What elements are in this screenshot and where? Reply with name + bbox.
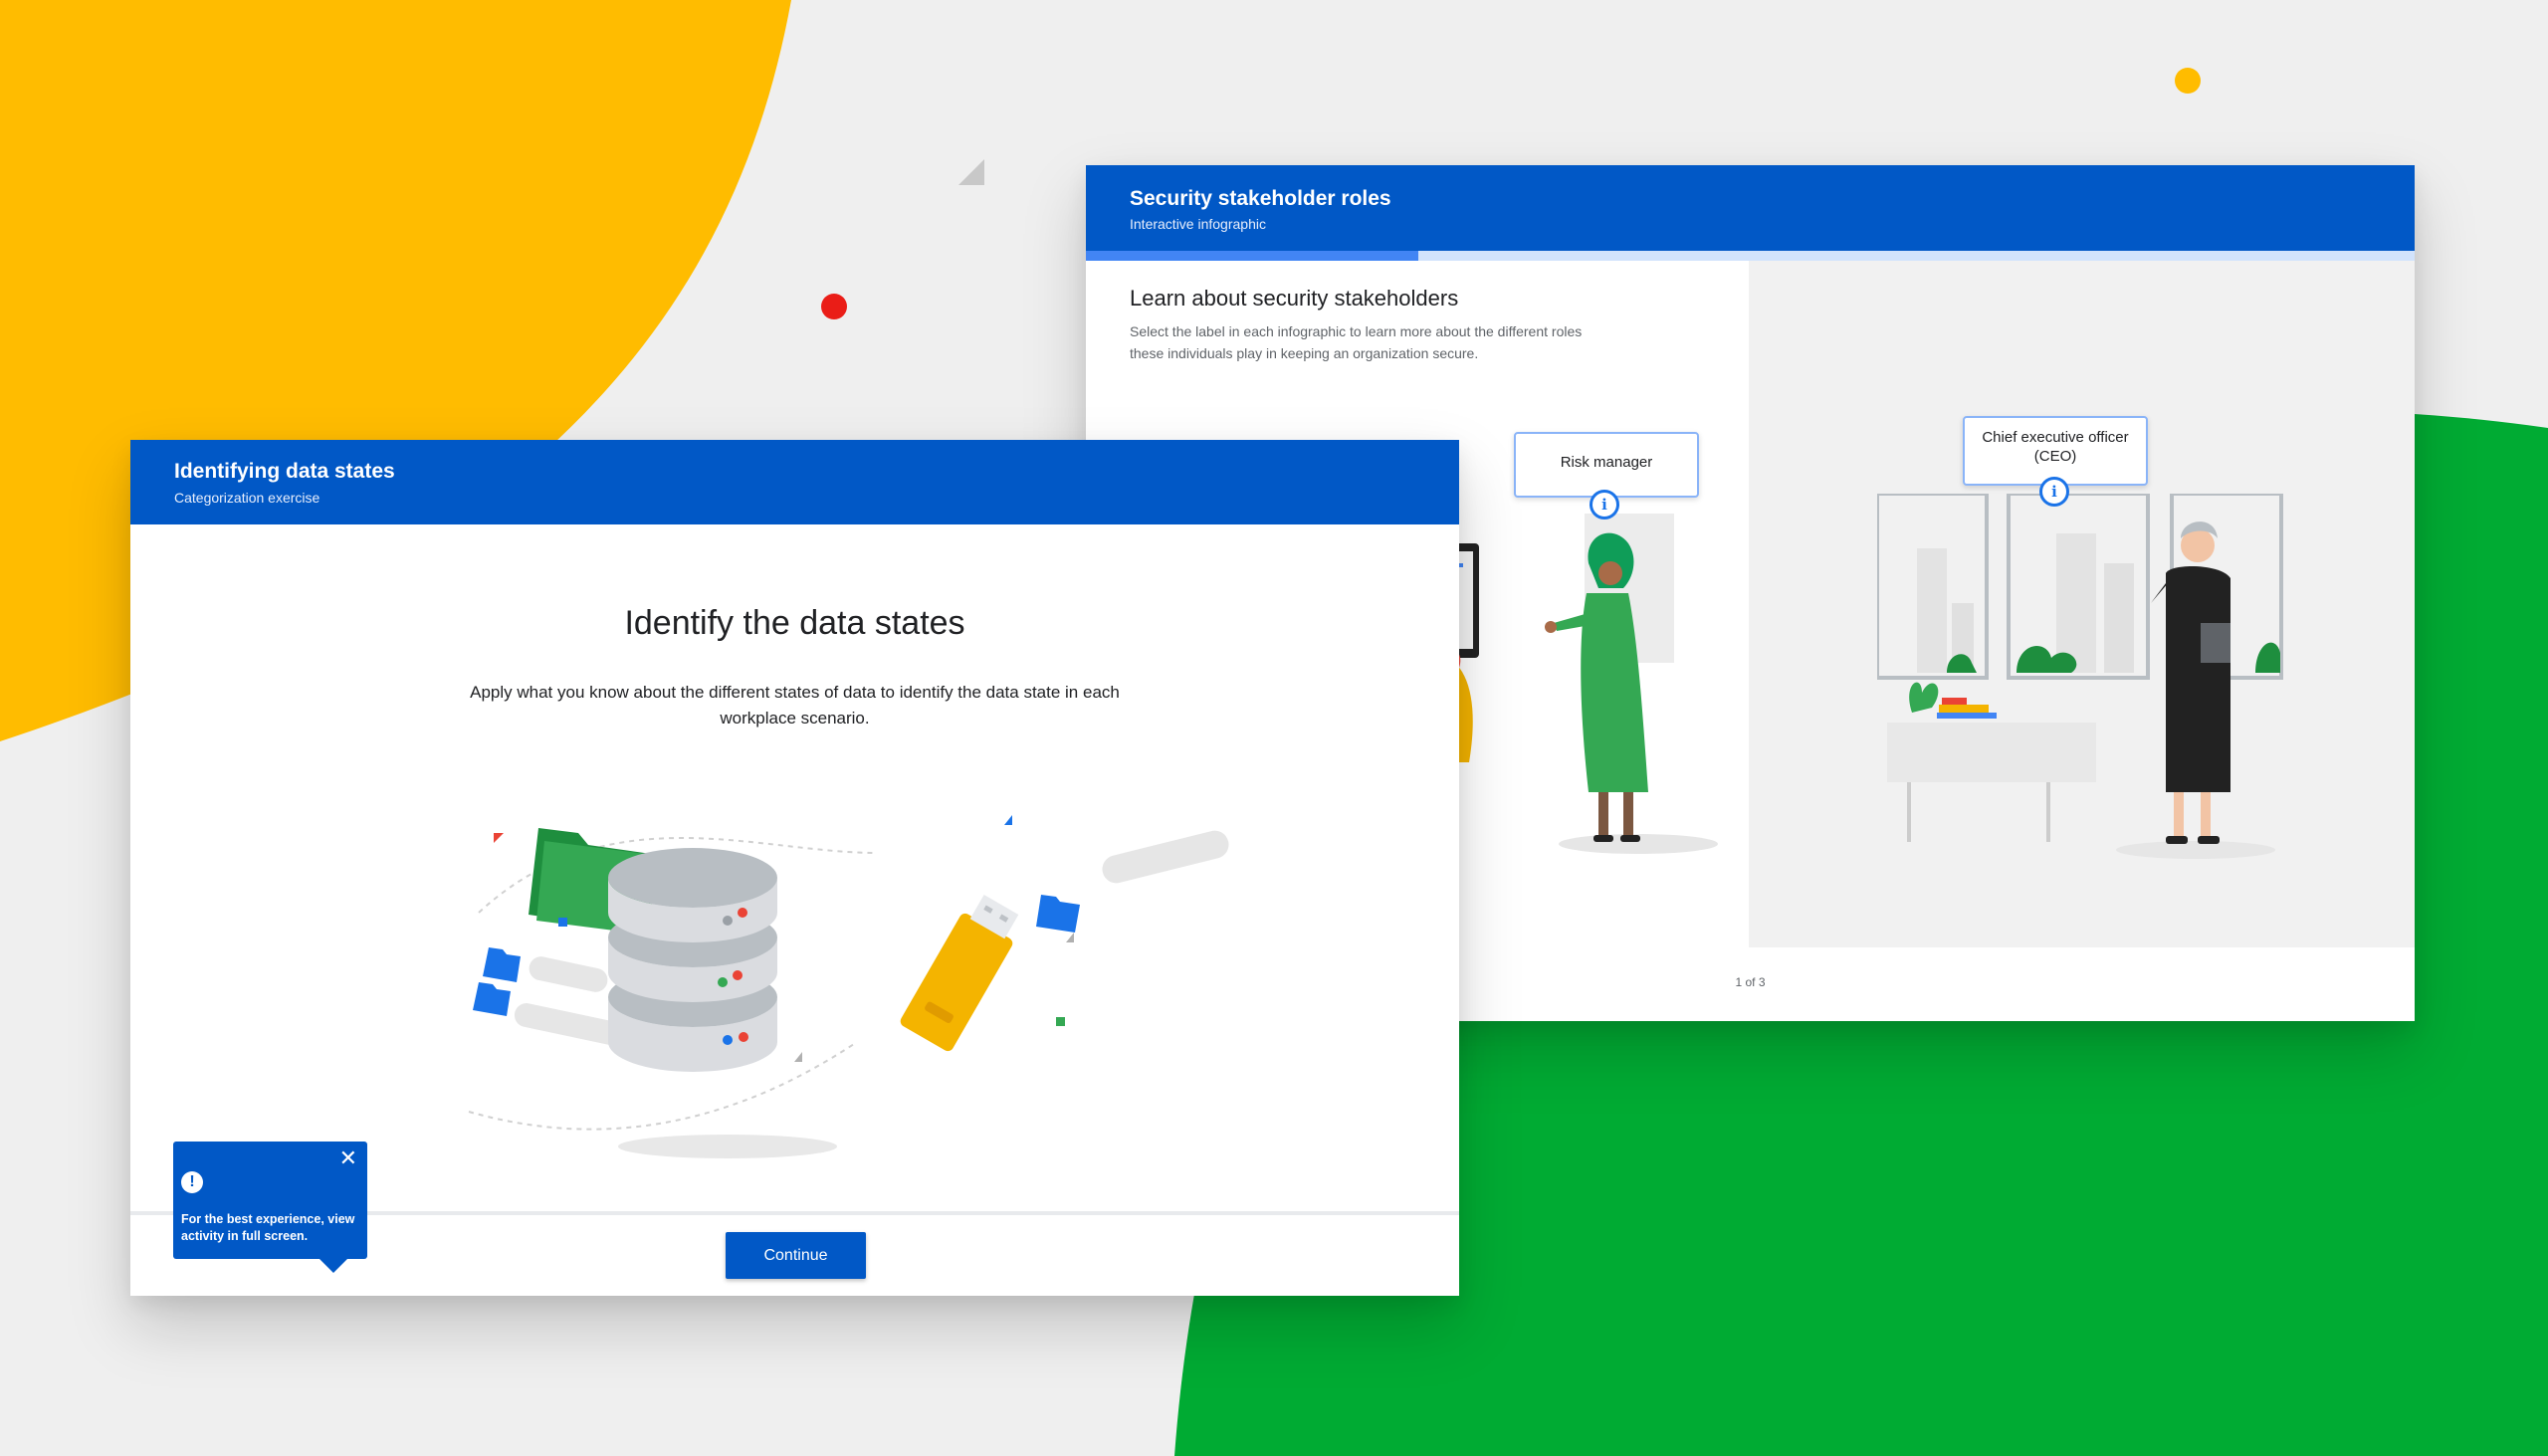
info-icon[interactable]: i — [1590, 490, 1619, 520]
callout-label: Risk manager — [1560, 454, 1653, 471]
card-header: Identifying data states Categorization e… — [130, 440, 1459, 524]
section-heading: Learn about security stakeholders — [1130, 286, 1459, 311]
alert-icon: ! — [181, 1171, 203, 1193]
tooltip-pointer — [319, 1259, 347, 1273]
card-title: Security stakeholder roles — [1130, 187, 1391, 210]
continue-button[interactable]: Continue — [726, 1232, 866, 1279]
ceo-illustration — [1877, 494, 2283, 859]
yellow-dot — [2175, 68, 2201, 94]
section-description: Select the label in each infographic to … — [1130, 323, 1583, 361]
data-states-card: Identifying data states Categorization e… — [130, 440, 1459, 1296]
progress-bar — [1086, 251, 2415, 261]
info-icon[interactable]: i — [2039, 477, 2069, 507]
grey-triangle — [958, 159, 984, 185]
fullscreen-tooltip: ✕ ! For the best experience, view activi… — [173, 1142, 367, 1273]
red-dot — [821, 294, 847, 319]
page-heading: Identify the data states — [624, 604, 965, 642]
card-title: Identifying data states — [174, 460, 395, 483]
callout-label: Chief executive officer (CEO) — [1982, 429, 2129, 465]
tooltip-message: For the best experience, view activity i… — [181, 1212, 355, 1243]
close-icon[interactable]: ✕ — [339, 1147, 357, 1169]
risk-manager-callout[interactable]: Risk manager — [1514, 432, 1699, 498]
card-subtitle: Interactive infographic — [1130, 216, 1266, 232]
ceo-callout[interactable]: Chief executive officer (CEO) — [1963, 416, 2148, 486]
page-description: Apply what you know about the different … — [470, 683, 1120, 728]
card-subtitle: Categorization exercise — [174, 490, 320, 506]
progress-fill — [1086, 251, 1418, 261]
card-header: Security stakeholder roles Interactive i… — [1086, 165, 2415, 251]
data-states-illustration — [468, 815, 1229, 1158]
risk-manager-illustration — [1439, 514, 1718, 854]
